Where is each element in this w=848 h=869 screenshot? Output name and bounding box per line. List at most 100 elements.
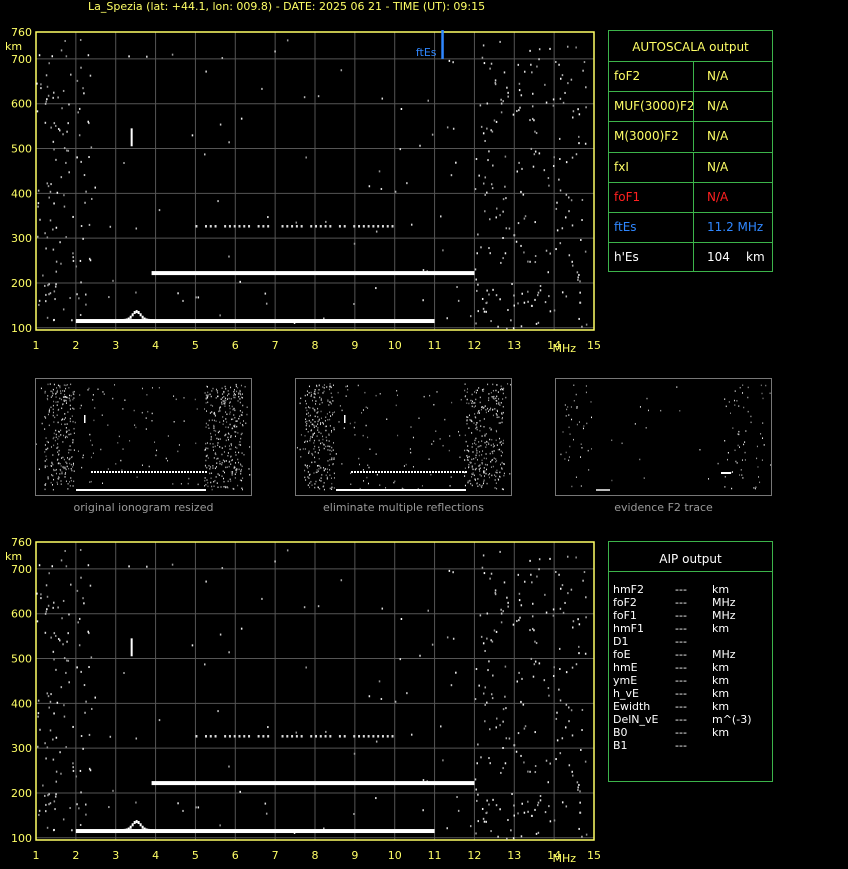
x-tick-label: 6 xyxy=(232,339,239,352)
echo-dot xyxy=(248,735,251,738)
x-tick-label: 13 xyxy=(507,849,521,862)
thumb-echo-dot xyxy=(447,471,449,473)
thumb-echo-dot xyxy=(181,471,183,473)
thumb-echo-dot xyxy=(441,471,443,473)
echo-dot xyxy=(123,318,126,322)
echo-dot xyxy=(367,225,370,228)
thumb-echo-dot xyxy=(184,471,186,473)
aip-row: B0 --- km xyxy=(613,726,773,739)
thumb-echo-dot xyxy=(426,471,428,473)
y-tick-label: 300 xyxy=(11,232,32,245)
echo-dot xyxy=(319,225,322,228)
echo-trace xyxy=(151,781,475,786)
echo-dot xyxy=(367,735,370,738)
echo-dot xyxy=(135,820,138,824)
echo-dot xyxy=(137,821,140,825)
aip-row: B1 --- xyxy=(613,739,773,752)
x-tick-label: 13 xyxy=(507,339,521,352)
thumb-echo-dot xyxy=(405,471,407,473)
echo-dot xyxy=(295,735,298,738)
echo-dot xyxy=(353,225,356,228)
thumb-noise xyxy=(560,384,772,490)
thumb-echo-dot xyxy=(459,471,461,473)
echo-dot xyxy=(131,313,134,317)
echo-dot xyxy=(151,829,154,833)
y-tick-label: 600 xyxy=(11,608,32,621)
aip-unit: km xyxy=(712,700,730,713)
autoscala-label: h'Es xyxy=(614,250,639,265)
autoscala-value: 11.2 MHz xyxy=(707,220,764,234)
thumb-echo-dot xyxy=(136,471,138,473)
noise-dots xyxy=(36,549,588,840)
aip-unit: MHz xyxy=(712,609,736,622)
thumbnail-evidence-f2 xyxy=(555,378,772,496)
aip-label: foE xyxy=(613,648,631,661)
thumb-echo-dot xyxy=(438,471,440,473)
x-tick-label: 10 xyxy=(388,849,402,862)
thumb-echo-dot xyxy=(381,471,383,473)
x-tick-label: 1 xyxy=(33,849,40,862)
thumb-echo-dot xyxy=(465,471,467,473)
echo-dot xyxy=(115,319,118,323)
thumb-echo-dot xyxy=(94,471,96,473)
y-tick-label: 100 xyxy=(11,832,32,845)
thumb-echo-dot xyxy=(151,471,153,473)
y-tick-label: 760 xyxy=(11,536,32,549)
echo-dot xyxy=(391,225,394,228)
thumb-echo-dot xyxy=(202,471,204,473)
thumb-echo-dot xyxy=(411,471,413,473)
thumb-echo-dot xyxy=(97,471,99,473)
aip-label: hmF2 xyxy=(613,583,645,596)
echo-dot xyxy=(224,225,227,228)
autoscala-value: N/A xyxy=(707,99,729,114)
thumb-echo-dot xyxy=(366,471,368,473)
thumb-echo-dot xyxy=(139,471,141,473)
thumb-echo-dot xyxy=(393,471,395,473)
autoscala-row: M(3000)F2 N/A xyxy=(609,121,772,152)
aip-row: DelN_vE --- m^(-3) xyxy=(613,713,773,726)
x-tick-label: 3 xyxy=(112,849,119,862)
x-tick-label: 3 xyxy=(112,339,119,352)
echo-dot xyxy=(149,828,152,832)
autoscala-value: N/A xyxy=(707,69,729,83)
aip-value: --- xyxy=(675,635,687,648)
echo-dot xyxy=(195,225,198,228)
autoscala-label: MUF(3000)F2 xyxy=(614,99,695,114)
echo-dot xyxy=(228,735,231,738)
aip-label: foF2 xyxy=(613,596,637,609)
autoscala-label: ftEs xyxy=(614,220,637,234)
x-tick-label: 5 xyxy=(192,849,199,862)
echo-dot xyxy=(135,310,138,314)
thumb-spike xyxy=(344,415,346,423)
aip-row: Ewidth --- km xyxy=(613,700,773,713)
aip-row: foE --- MHz xyxy=(613,648,773,661)
echo-dot xyxy=(291,735,294,738)
y-unit-label: km xyxy=(5,40,22,53)
aip-row: D1 --- xyxy=(613,635,773,648)
echo-dot xyxy=(377,735,380,738)
aip-row: h_vE --- km xyxy=(613,687,773,700)
aip-row: foF2 --- MHz xyxy=(613,596,773,609)
echo-dot xyxy=(151,319,154,323)
aip-value: --- xyxy=(675,726,687,739)
echo-dot xyxy=(291,225,294,228)
autoscala-label: foF2 xyxy=(614,69,641,83)
echo-dot xyxy=(147,318,150,322)
y-tick-label: 100 xyxy=(11,322,32,335)
thumb-echo-dot xyxy=(100,471,102,473)
echo-dot xyxy=(329,735,332,738)
thumb-echo-dot xyxy=(187,471,189,473)
thumb-echo-dot xyxy=(450,471,452,473)
echo-dot xyxy=(139,313,142,317)
thumb-echo-dot xyxy=(121,471,123,473)
echo-dot xyxy=(358,735,361,738)
aip-label: ymE xyxy=(613,674,638,687)
aip-label: foF1 xyxy=(613,609,637,622)
autoscala-label: fxI xyxy=(614,159,629,174)
thumb-echo-dot xyxy=(190,471,192,473)
echo-dot xyxy=(243,735,246,738)
echo-dot xyxy=(115,829,118,833)
echo-dot xyxy=(353,735,356,738)
echo-dot xyxy=(267,735,270,738)
echo-dot xyxy=(228,225,231,228)
